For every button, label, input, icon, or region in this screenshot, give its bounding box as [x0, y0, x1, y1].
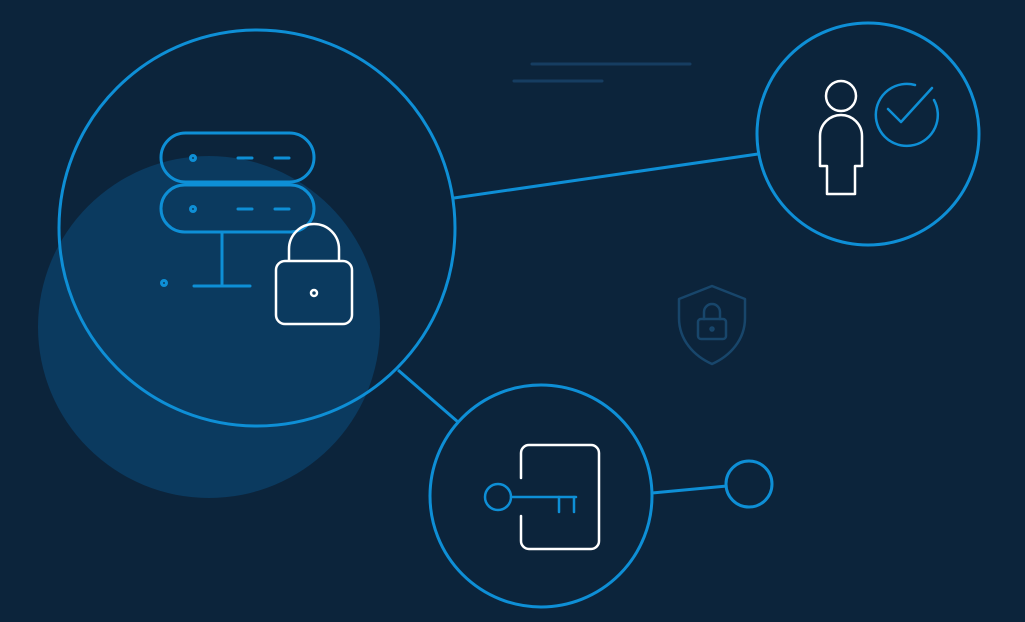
connector-lines: [397, 152, 759, 495]
decorative-dashes: [512, 62, 692, 83]
connector-server-to-key: [397, 368, 459, 424]
illustration-canvas: [38, 21, 981, 609]
user-node-circle: [755, 21, 981, 247]
checkmark-icon: [874, 82, 940, 148]
security-illustration: [0, 0, 1025, 622]
shield-lock-icon: [677, 284, 747, 366]
key-icon: [483, 482, 578, 514]
connector-server-to-user: [453, 152, 759, 200]
endpoint-node-circle: [724, 459, 774, 509]
glow-circle: [38, 156, 380, 498]
user-icon: [818, 79, 864, 196]
connector-key-to-endpoint: [651, 484, 728, 495]
